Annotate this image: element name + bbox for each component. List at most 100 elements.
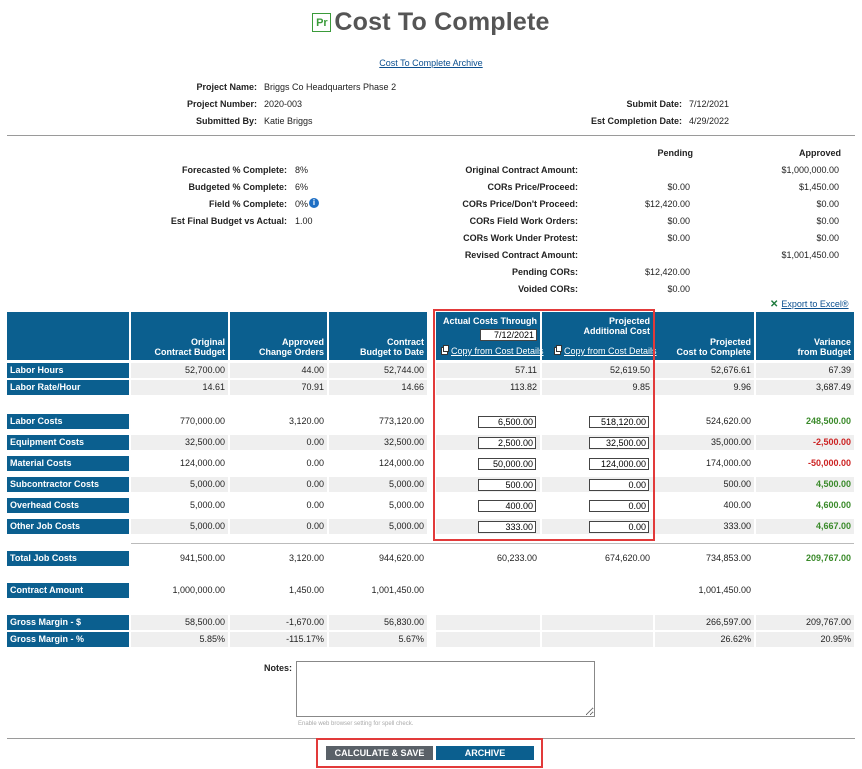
table-cell: 52,676.61 (655, 363, 754, 378)
contract-row-label: Voided CORs: (518, 284, 578, 294)
col-variance-from-budget: Variance from Budget (756, 312, 854, 360)
table-cell: 174,000.00 (705, 458, 751, 468)
table-cell: 5,000.00 (388, 500, 424, 510)
table-cell: 524,620.00 (705, 416, 751, 426)
table-row-label: Labor Costs (7, 414, 129, 429)
contract-row-label: CORs Price/Proceed: (487, 182, 578, 192)
project-number-label: Project Number: (186, 99, 257, 109)
archive-link-wrap: Cost To Complete Archive (0, 58, 862, 68)
table-cell: 209,767.00 (805, 553, 851, 563)
contract-row-pending: $0.00 (667, 233, 690, 243)
col-original-contract-budget: Original Contract Budget (131, 312, 228, 360)
table-cell: 67.39 (756, 363, 854, 378)
contract-row-label: Original Contract Amount: (465, 165, 578, 175)
export-to-excel[interactable]: ✕ Export to Excel® (770, 299, 849, 310)
table-cell: 4,500.00 (756, 477, 854, 492)
table-cell: 14.66 (329, 380, 427, 395)
table-cell: 5,000.00 (131, 519, 228, 534)
budgeted-complete-value: 6% (295, 182, 309, 192)
divider (7, 135, 855, 136)
spell-check-hint: Enable web browser setting for spell che… (298, 721, 414, 727)
table-cell (436, 583, 540, 598)
notes-textarea[interactable] (296, 661, 595, 717)
table-cell: 773,120.00 (378, 416, 424, 426)
table-row-label: Subcontractor Costs (7, 477, 129, 492)
table-cell: 1,450.00 (288, 585, 324, 595)
page-title: Cost To Complete (334, 8, 550, 36)
table-cell (542, 583, 653, 598)
completion-date-value: 4/29/2022 (689, 116, 730, 126)
table-cell: 56,830.00 (329, 615, 427, 630)
table-cell: 0.00 (230, 477, 327, 492)
approved-header: Approved (798, 148, 841, 158)
table-row-label: Equipment Costs (7, 435, 129, 450)
table-cell: 941,500.00 (179, 553, 225, 563)
table-cell: -115.17% (230, 632, 327, 647)
table-cell: 58,500.00 (131, 615, 228, 630)
table-row-label: Contract Amount (7, 583, 129, 598)
contract-row-approved: $0.00 (816, 233, 839, 243)
forecasted-complete-value: 8% (295, 165, 309, 175)
table-cell: 124,000.00 (179, 458, 225, 468)
table-cell: 4,667.00 (756, 519, 854, 534)
page-header: Pr Cost To Complete (0, 8, 862, 37)
col-projected-cost-to-complete: Projected Cost to Complete (655, 312, 754, 360)
contract-row-pending: $12,420.00 (644, 267, 690, 277)
completion-date-label: Est Completion Date: (590, 116, 682, 126)
contract-row-pending: $0.00 (667, 182, 690, 192)
contract-row-pending: $0.00 (667, 216, 690, 226)
excel-icon: ✕ (770, 299, 779, 310)
table-cell: 674,620.00 (604, 553, 650, 563)
contract-row-label: CORs Price/Don't Proceed: (462, 199, 578, 209)
table-row-label: Overhead Costs (7, 498, 129, 513)
table-cell: 44.00 (230, 363, 327, 378)
table-cell: 333.00 (655, 519, 754, 534)
archive-button[interactable]: ARCHIVE (436, 746, 534, 760)
field-complete-label: Field % Complete: (208, 199, 287, 209)
table-row-label: Total Job Costs (7, 551, 129, 566)
table-cell: 400.00 (723, 500, 751, 510)
table-cell: 5,000.00 (329, 477, 427, 492)
table-cell (542, 615, 653, 630)
table-cell (436, 615, 540, 630)
table-cell: 4,600.00 (815, 500, 851, 510)
table-cell: -50,000.00 (807, 458, 851, 468)
col-approved-change-orders: Approved Change Orders (230, 312, 327, 360)
table-cell: 1,001,450.00 (698, 585, 751, 595)
info-icon[interactable]: i (309, 198, 319, 208)
table-cell: 20.95% (756, 632, 854, 647)
table-cell: 3,120.00 (288, 416, 324, 426)
cost-to-complete-archive-link[interactable]: Cost To Complete Archive (379, 58, 482, 68)
table-cell: 248,500.00 (805, 416, 851, 426)
table-row-label: Gross Margin - $ (7, 615, 129, 630)
table-row-label: Other Job Costs (7, 519, 129, 534)
forecasted-complete-label: Forecasted % Complete: (181, 165, 287, 175)
table-cell: 32,500.00 (329, 435, 427, 450)
table-cell: 266,597.00 (655, 615, 754, 630)
contract-row-approved: $0.00 (816, 216, 839, 226)
table-cell: 26.62% (655, 632, 754, 647)
table-cell: 0.00 (306, 500, 324, 510)
table-cell: 3,120.00 (288, 553, 324, 563)
budgeted-complete-label: Budgeted % Complete: (188, 182, 287, 192)
table-cell: -1,670.00 (230, 615, 327, 630)
est-final-budget-value: 1.00 (295, 216, 313, 226)
col-contract-budget-to-date: Contract Budget to Date (329, 312, 427, 360)
table-cell: 70.91 (230, 380, 327, 395)
calculate-save-button[interactable]: CALCULATE & SAVE (326, 746, 433, 760)
submit-date-label: Submit Date: (626, 99, 682, 109)
contract-row-approved: $1,001,450.00 (781, 250, 839, 260)
contract-row-pending: $12,420.00 (644, 199, 690, 209)
est-final-budget-label: Est Final Budget vs Actual: (170, 216, 287, 226)
table-cell: -2,500.00 (756, 435, 854, 450)
project-name-label: Project Name: (196, 82, 257, 92)
contract-row-approved: $1,000,000.00 (781, 165, 839, 175)
field-complete-value: 0% (295, 199, 309, 209)
table-row-label: Material Costs (7, 456, 129, 471)
export-to-excel-link[interactable]: Export to Excel® (781, 299, 848, 309)
table-cell: 944,620.00 (378, 553, 424, 563)
table-cell: 1,001,450.00 (371, 585, 424, 595)
table-cell: 5,000.00 (189, 500, 225, 510)
submitted-by-label: Submitted By: (195, 116, 257, 126)
contract-row-approved: $0.00 (816, 199, 839, 209)
